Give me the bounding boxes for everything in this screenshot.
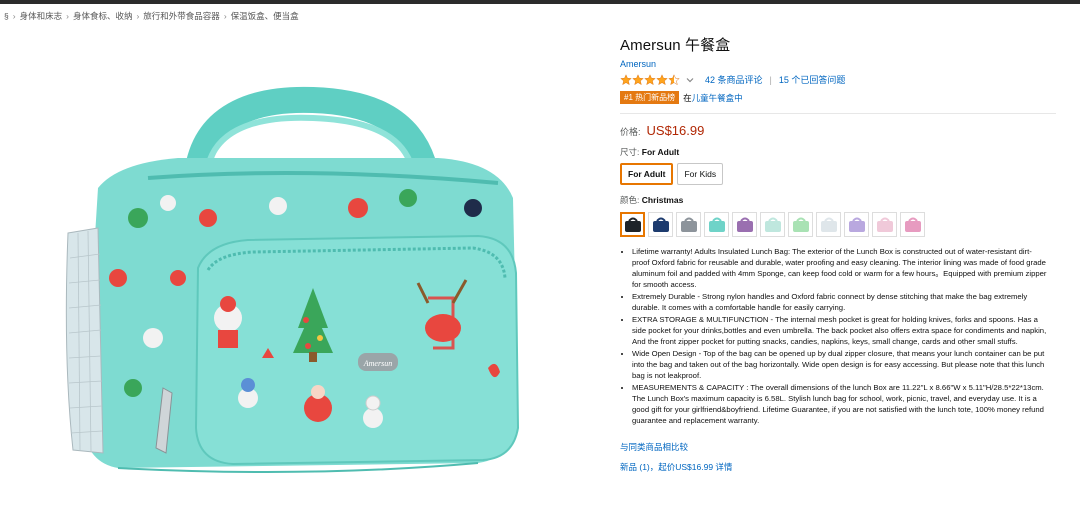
bag-thumbnail-icon: [904, 217, 921, 232]
star-rating[interactable]: [620, 73, 680, 86]
lunch-bag-illustration: Amersun: [65, 86, 520, 473]
bag-thumbnail-icon: [624, 217, 641, 232]
star-full-icon: [644, 73, 656, 85]
feature-bullets: Lifetime warranty! Adults Insulated Lunc…: [620, 246, 1048, 427]
star-half-icon: [668, 73, 680, 85]
bestseller-prefix: 在: [683, 92, 692, 103]
color-swatch-navy[interactable]: [648, 212, 673, 237]
color-swatch-mint-pattern[interactable]: [760, 212, 785, 237]
size-option-kids[interactable]: For Kids: [677, 163, 724, 185]
ratings-count-link[interactable]: 42 条商品评论: [705, 73, 763, 86]
rating-row: 42 条商品评论 | 15 个已回答问题: [620, 73, 1060, 86]
color-label: 颜色:: [620, 195, 640, 205]
breadcrumb-item[interactable]: 旅行和外带食品容器: [143, 10, 220, 22]
color-swatches: [620, 212, 1060, 237]
breadcrumb-separator: ›: [136, 11, 140, 21]
bag-thumbnail-icon: [792, 217, 809, 232]
product-image[interactable]: Amersun: [58, 58, 528, 508]
breadcrumb: § › 身体和床志 › 身体食标、收纳 › 旅行和外带食品容器 › 保温饭盒、便…: [4, 10, 299, 22]
bag-brand-tag: Amersun: [363, 359, 392, 368]
bag-thumbnail-icon: [680, 217, 697, 232]
feature-bullet: Wide Open Design - Top of the bag can be…: [632, 348, 1048, 381]
color-swatch-pink-light[interactable]: [872, 212, 897, 237]
compare-similar-link[interactable]: 与同类商品相比较: [620, 441, 1060, 453]
bestseller-category-link[interactable]: 儿童午餐盒中: [692, 93, 743, 103]
brand-link[interactable]: Amersun: [620, 59, 1060, 69]
product-details: Amersun 午餐盒 Amersun 42 条商品评论 | 15 个已回答问题…: [620, 34, 1060, 473]
size-label: 尺寸:: [620, 147, 640, 157]
star-full-icon: [632, 73, 644, 85]
size-option-adult[interactable]: For Adult: [620, 163, 674, 185]
product-title: Amersun 午餐盒: [620, 37, 731, 54]
price-row: 价格: US$16.99: [620, 123, 1060, 138]
top-rule: [0, 0, 1080, 4]
breadcrumb-item[interactable]: 身体食标、收纳: [73, 10, 133, 22]
size-options: For Adult For Kids: [620, 163, 1060, 185]
bestseller-row: #1 热门新品榜 在儿童午餐盒中: [620, 91, 1060, 104]
feature-bullet: EXTRA STORAGE & MULTIFUNCTION - The inte…: [632, 314, 1048, 347]
bag-thumbnail-icon: [708, 217, 725, 232]
bag-thumbnail-icon: [736, 217, 753, 232]
color-selected-value: Christmas: [641, 195, 684, 205]
feature-bullet: Lifetime warranty! Adults Insulated Lunc…: [632, 246, 1048, 291]
color-swatch-lavender-pattern[interactable]: [844, 212, 869, 237]
breadcrumb-separator: ›: [12, 11, 16, 21]
breadcrumb-separator: ›: [223, 11, 227, 21]
star-full-icon: [656, 73, 668, 85]
feature-bullet: Extremely Durable - Strong nylon handles…: [632, 291, 1048, 313]
bag-thumbnail-icon: [820, 217, 837, 232]
size-selected-value: For Adult: [641, 147, 680, 157]
feature-bullet: MEASUREMENTS & CAPACITY : The overall di…: [632, 382, 1048, 427]
color-swatch-teal-christmas[interactable]: [704, 212, 729, 237]
color-swatch-pink[interactable]: [900, 212, 925, 237]
bag-thumbnail-icon: [764, 217, 781, 232]
divider: [620, 113, 1056, 114]
chevron-down-icon[interactable]: [685, 75, 695, 85]
color-swatch-white-pattern[interactable]: [816, 212, 841, 237]
breadcrumb-separator: ›: [66, 11, 69, 21]
breadcrumb-item[interactable]: 保温饭盒、便当盒: [231, 10, 299, 22]
new-offers-link[interactable]: 新品 (1)，起价US$16.99 详情: [620, 461, 1060, 473]
bag-thumbnail-icon: [652, 217, 669, 232]
star-full-icon: [620, 73, 632, 85]
color-swatch-light-green[interactable]: [788, 212, 813, 237]
bestseller-badge[interactable]: #1 热门新品榜: [620, 91, 680, 104]
size-label-row: 尺寸: For Adult: [620, 146, 1060, 158]
bestseller-category: 在儿童午餐盒中: [683, 92, 743, 104]
price-label: 价格:: [620, 127, 641, 137]
answered-questions-link[interactable]: 15 个已回答问题: [779, 73, 846, 86]
color-swatch-grey[interactable]: [676, 212, 701, 237]
separator: |: [769, 74, 772, 85]
price: US$16.99: [646, 123, 705, 138]
color-swatch-black[interactable]: [620, 212, 645, 237]
color-swatch-purple[interactable]: [732, 212, 757, 237]
bag-thumbnail-icon: [848, 217, 865, 232]
breadcrumb-item[interactable]: §: [4, 11, 9, 21]
bag-thumbnail-icon: [876, 217, 893, 232]
color-label-row: 颜色: Christmas: [620, 194, 1060, 206]
breadcrumb-item[interactable]: 身体和床志: [20, 10, 63, 22]
